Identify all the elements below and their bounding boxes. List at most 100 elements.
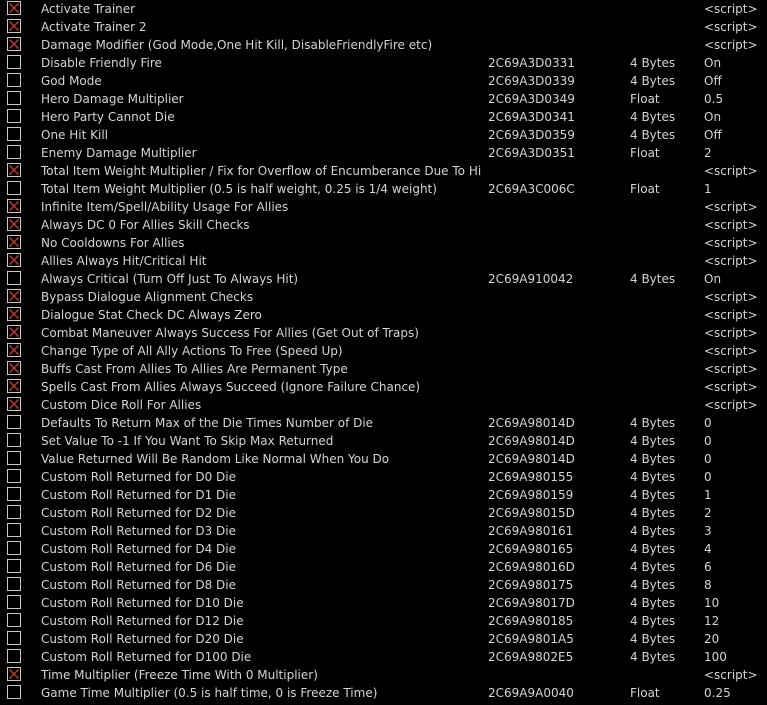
table-row[interactable]: Custom Roll Returned for D6 Die 2C69A9801…	[0, 558, 767, 576]
active-checkbox[interactable]	[7, 181, 21, 195]
active-checkbox[interactable]	[7, 1, 21, 15]
value-cell: 4	[704, 542, 712, 556]
value-cell: Off	[704, 128, 722, 142]
table-row[interactable]: Custom Roll Returned for D3 Die 2C69A9801…	[0, 522, 767, 540]
description-cell: Custom Roll Returned for D6 Die	[41, 560, 237, 574]
table-row[interactable]: Disable Friendly Fire 2C69A3D0331 4 Bytes O…	[0, 54, 767, 72]
active-checkbox[interactable]	[7, 451, 21, 465]
address-cell: 2C69A910042	[488, 272, 574, 286]
active-checkbox[interactable]	[7, 649, 21, 663]
table-row[interactable]: Change Type of All Ally Actions To Free …	[0, 342, 767, 360]
active-checkbox[interactable]	[7, 289, 21, 303]
address-cell: 2C69A3D0339	[488, 74, 575, 88]
active-checkbox[interactable]	[7, 55, 21, 69]
type-cell: Float	[630, 146, 660, 160]
table-row[interactable]: Set Value To -1 If You Want To Skip Max …	[0, 432, 767, 450]
active-checkbox[interactable]	[7, 487, 21, 501]
active-checkbox[interactable]	[7, 541, 21, 555]
table-row[interactable]: Always DC 0 For Allies Skill Checks <scri…	[0, 216, 767, 234]
table-row[interactable]: Game Time Multiplier (0.5 is half time, …	[0, 684, 767, 702]
table-row[interactable]: Dialogue Stat Check DC Always Zero <scrip…	[0, 306, 767, 324]
table-row[interactable]: Custom Roll Returned for D20 Die 2C69A980…	[0, 630, 767, 648]
description-cell: Defaults To Return Max of the Die Times …	[41, 416, 374, 430]
description-cell: Activate Trainer	[41, 2, 136, 16]
value-cell: 0.5	[704, 92, 724, 106]
active-checkbox[interactable]	[7, 577, 21, 591]
active-checkbox[interactable]	[7, 613, 21, 627]
table-row[interactable]: Spells Cast From Allies Always Succeed (…	[0, 378, 767, 396]
table-row[interactable]: Custom Roll Returned for D12 Die 2C69A980…	[0, 612, 767, 630]
active-checkbox[interactable]	[7, 595, 21, 609]
active-checkbox[interactable]	[7, 163, 21, 177]
table-row[interactable]: God Mode 2C69A3D0339 4 Bytes Off	[0, 72, 767, 90]
active-checkbox[interactable]	[7, 217, 21, 231]
table-row[interactable]: Activate Trainer 2 <script>	[0, 18, 767, 36]
active-checkbox[interactable]	[7, 253, 21, 267]
description-cell: Custom Roll Returned for D8 Die	[41, 578, 237, 592]
active-checkbox[interactable]	[7, 397, 21, 411]
type-cell: 4 Bytes	[630, 560, 676, 574]
table-row[interactable]: Always Critical (Turn Off Just To Always…	[0, 270, 767, 288]
active-checkbox[interactable]	[7, 505, 21, 519]
table-row[interactable]: Hero Party Cannot Die 2C69A3D0341 4 Bytes O…	[0, 108, 767, 126]
active-checkbox[interactable]	[7, 127, 21, 141]
x-mark-icon	[9, 363, 19, 373]
table-row[interactable]: Custom Dice Roll For Allies <script>	[0, 396, 767, 414]
active-checkbox[interactable]	[7, 433, 21, 447]
active-checkbox[interactable]	[7, 343, 21, 357]
table-row[interactable]: Custom Roll Returned for D2 Die 2C69A9801…	[0, 504, 767, 522]
address-cell: 2C69A980159	[488, 488, 574, 502]
active-checkbox[interactable]	[7, 667, 21, 681]
active-checkbox[interactable]	[7, 109, 21, 123]
table-row[interactable]: Custom Roll Returned for D8 Die 2C69A9801…	[0, 576, 767, 594]
table-row[interactable]: Custom Roll Returned for D10 Die 2C69A980…	[0, 594, 767, 612]
address-cell: 2C69A3D0349	[488, 92, 575, 106]
table-row[interactable]: Value Returned Will Be Random Like Norma…	[0, 450, 767, 468]
active-checkbox[interactable]	[7, 361, 21, 375]
active-checkbox[interactable]	[7, 559, 21, 573]
table-row[interactable]: Total Item Weight Multiplier / Fix for O…	[0, 162, 767, 180]
active-checkbox[interactable]	[7, 685, 21, 699]
active-checkbox[interactable]	[7, 469, 21, 483]
table-row[interactable]: Time Multiplier (Freeze Time With 0 Mult…	[0, 666, 767, 684]
table-row[interactable]: Allies Always Hit/Critical Hit <script>	[0, 252, 767, 270]
active-checkbox[interactable]	[7, 145, 21, 159]
description-cell: One Hit Kill	[41, 128, 108, 142]
active-checkbox[interactable]	[7, 307, 21, 321]
value-cell: 12	[704, 614, 720, 628]
table-row[interactable]: Custom Roll Returned for D100 Die 2C69A98…	[0, 648, 767, 666]
active-checkbox[interactable]	[7, 199, 21, 213]
description-cell: God Mode	[41, 74, 102, 88]
table-row[interactable]: Defaults To Return Max of the Die Times …	[0, 414, 767, 432]
table-row[interactable]: Activate Trainer <script>	[0, 0, 767, 18]
table-row[interactable]: One Hit Kill 2C69A3D0359 4 Bytes Off	[0, 126, 767, 144]
table-row[interactable]: Custom Roll Returned for D4 Die 2C69A9801…	[0, 540, 767, 558]
active-checkbox[interactable]	[7, 325, 21, 339]
table-row[interactable]: Hero Damage Multiplier 2C69A3D0349 Float 0.…	[0, 90, 767, 108]
active-checkbox[interactable]	[7, 523, 21, 537]
description-cell: Set Value To -1 If You Want To Skip Max …	[41, 434, 334, 448]
table-row[interactable]: Custom Roll Returned for D0 Die 2C69A9801…	[0, 468, 767, 486]
table-row[interactable]: Buffs Cast From Allies To Allies Are Per…	[0, 360, 767, 378]
table-row[interactable]: Damage Modifier (God Mode,One Hit Kill, …	[0, 36, 767, 54]
active-checkbox[interactable]	[7, 37, 21, 51]
table-row[interactable]: Infinite Item/Spell/Ability Usage For Al…	[0, 198, 767, 216]
active-checkbox[interactable]	[7, 73, 21, 87]
table-row[interactable]: Custom Roll Returned for D1 Die 2C69A9801…	[0, 486, 767, 504]
table-row[interactable]: Bypass Dialogue Alignment Checks <script>	[0, 288, 767, 306]
table-row[interactable]: No Cooldowns For Allies <script>	[0, 234, 767, 252]
table-row[interactable]: Total Item Weight Multiplier (0.5 is hal…	[0, 180, 767, 198]
description-cell: Value Returned Will Be Random Like Norma…	[41, 452, 390, 466]
active-checkbox[interactable]	[7, 91, 21, 105]
description-cell: Custom Dice Roll For Allies	[41, 398, 202, 412]
table-row[interactable]: Enemy Damage Multiplier 2C69A3D0351 Float 2	[0, 144, 767, 162]
address-cell: 2C69A980185	[488, 614, 574, 628]
type-cell: 4 Bytes	[630, 416, 676, 430]
active-checkbox[interactable]	[7, 631, 21, 645]
active-checkbox[interactable]	[7, 19, 21, 33]
active-checkbox[interactable]	[7, 415, 21, 429]
active-checkbox[interactable]	[7, 235, 21, 249]
active-checkbox[interactable]	[7, 379, 21, 393]
active-checkbox[interactable]	[7, 271, 21, 285]
table-row[interactable]: Combat Maneuver Always Success For Allie…	[0, 324, 767, 342]
